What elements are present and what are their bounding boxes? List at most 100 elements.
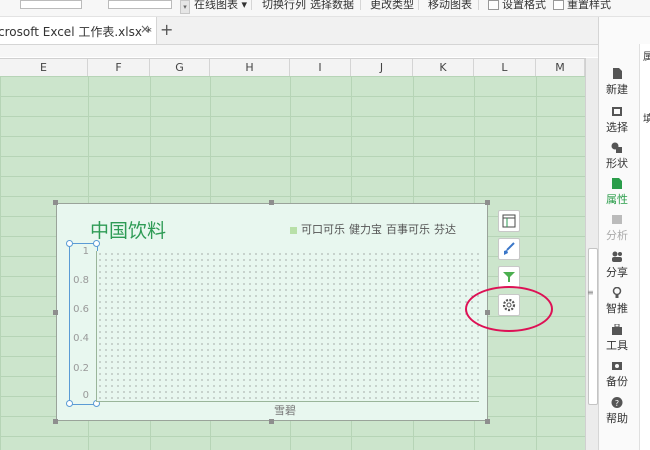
chart-legend[interactable]: 可口可乐 健力宝 百事可乐 芬达 <box>290 221 460 237</box>
legend-entry: 芬达 <box>434 223 456 236</box>
chart-resize-handle[interactable] <box>485 200 490 205</box>
switch-row-col-button[interactable]: 切换行列 <box>262 0 306 12</box>
legend-entry: 可口可乐 <box>301 223 345 236</box>
column-header-h[interactable]: H <box>210 59 290 76</box>
highlight-circle <box>465 286 553 332</box>
reset-style-button[interactable]: 重置样式 <box>567 0 611 12</box>
chart-style-button[interactable] <box>498 238 520 260</box>
chart-filter-button[interactable] <box>498 266 520 288</box>
move-chart-button[interactable]: 移动图表 <box>428 0 472 12</box>
chart-resize-handle[interactable] <box>485 419 490 424</box>
side-item-tools[interactable]: 工具 <box>599 324 635 353</box>
y-tick-label: 0.6 <box>73 304 89 315</box>
plot-area[interactable] <box>96 251 479 402</box>
ribbon-divider <box>360 0 361 10</box>
legend-swatch <box>290 226 297 234</box>
document-tab[interactable]: crosoft Excel 工作表.xlsx * × <box>0 17 157 44</box>
side-item-label: 分析 <box>606 229 628 242</box>
column-header-j[interactable]: J <box>351 59 413 76</box>
scrollbar-thumb[interactable] <box>588 248 598 405</box>
help-icon: ? <box>611 397 623 408</box>
funnel-icon <box>503 272 515 282</box>
close-tab-icon[interactable]: × <box>140 22 150 36</box>
y-axis-selection[interactable] <box>69 243 98 405</box>
chart-elements-icon <box>502 214 516 228</box>
legend-entry: 健力宝 <box>349 223 382 236</box>
side-ext-label: 属 <box>643 52 650 63</box>
side-item-label: 选择 <box>606 121 628 134</box>
reset-style-icon <box>553 0 564 10</box>
side-item-label: 智推 <box>606 302 628 315</box>
side-item-select[interactable]: 选择 <box>599 106 635 135</box>
side-item-label: 新建 <box>606 83 628 96</box>
side-panel: 属 填 新建 选择 形状 属性 分析 分享 智推 工具 备份 ? 帮助 <box>598 44 650 450</box>
column-header-m[interactable]: M <box>536 59 585 76</box>
side-panel-extension: 属 填 <box>639 44 650 450</box>
side-item-backup[interactable]: 备份 <box>599 360 635 389</box>
chart-resize-handle[interactable] <box>53 310 58 315</box>
new-tab-icon[interactable]: + <box>160 20 173 39</box>
ribbon-toolbar: ▾ 在线图表 ▾ 切换行列 选择数据 更改类型 移动图表 设置格式 重置样式 <box>0 0 650 17</box>
set-format-icon <box>488 0 499 10</box>
selection-handle[interactable] <box>66 400 73 407</box>
paintbrush-icon <box>504 242 515 255</box>
chart-object[interactable]: 中国饮料 可口可乐 健力宝 百事可乐 芬达 1 0.8 0.6 0.4 0.2 0 雪… <box>56 203 488 421</box>
chart-resize-handle[interactable] <box>269 200 274 205</box>
share-icon <box>612 251 622 262</box>
shapes-icon <box>611 142 622 153</box>
chart-resize-handle[interactable] <box>269 419 274 424</box>
side-item-new[interactable]: 新建 <box>599 68 635 97</box>
chart-resize-handle[interactable] <box>53 419 58 424</box>
side-item-recommend[interactable]: 智推 <box>599 287 635 316</box>
side-item-analysis[interactable]: 分析 <box>599 214 635 243</box>
side-item-shapes[interactable]: 形状 <box>599 142 635 171</box>
y-tick-label: 1 <box>82 246 89 257</box>
y-tick-label: 0.2 <box>73 363 89 374</box>
online-chart-label: 在线图表 <box>194 0 238 11</box>
chart-elements-button[interactable] <box>498 210 520 232</box>
column-header-g[interactable]: G <box>150 59 210 76</box>
side-item-label: 工具 <box>606 339 628 352</box>
y-tick-label: 0.4 <box>73 333 89 344</box>
side-ext-fill-label: 填 <box>643 114 650 125</box>
document-tab-bar: crosoft Excel 工作表.xlsx * × + <box>0 17 650 45</box>
chart-title[interactable]: 中国饮料 <box>90 216 166 243</box>
selection-handle[interactable] <box>66 240 73 247</box>
properties-icon <box>612 178 622 189</box>
side-item-label: 备份 <box>606 375 628 388</box>
column-header-i[interactable]: I <box>290 59 351 76</box>
change-type-button[interactable]: 更改类型 <box>370 0 414 12</box>
column-header-f[interactable]: F <box>88 59 150 76</box>
legend-entry: 百事可乐 <box>386 223 430 236</box>
chart-resize-handle[interactable] <box>53 200 58 205</box>
side-item-label: 分享 <box>606 266 628 279</box>
select-icon <box>612 107 622 116</box>
chart-style-thumbnail[interactable] <box>108 0 172 9</box>
selection-handle[interactable] <box>93 240 100 247</box>
select-data-button[interactable]: 选择数据 <box>310 0 354 12</box>
backup-icon <box>612 362 622 370</box>
toolbox-icon <box>612 324 622 335</box>
side-item-label: 形状 <box>606 157 628 170</box>
column-header-l[interactable]: L <box>474 59 536 76</box>
recommend-icon <box>612 287 622 298</box>
set-format-button[interactable]: 设置格式 <box>502 0 546 12</box>
vertical-scrollbar[interactable]: ≡ <box>585 58 599 450</box>
chart-style-thumbnail[interactable] <box>20 0 82 9</box>
panel-header <box>598 17 650 44</box>
side-item-label: 属性 <box>606 193 628 206</box>
y-tick-label: 0.8 <box>73 275 89 286</box>
column-header-k[interactable]: K <box>413 59 474 76</box>
side-item-share[interactable]: 分享 <box>599 251 635 280</box>
analysis-icon <box>612 215 622 224</box>
column-header-e[interactable]: E <box>0 59 88 76</box>
online-chart-button[interactable]: 在线图表 ▾ <box>194 0 247 12</box>
y-tick-label: 0 <box>82 390 89 401</box>
formula-area-strip <box>0 45 598 57</box>
side-item-properties[interactable]: 属性 <box>599 178 635 207</box>
ribbon-divider <box>418 0 419 10</box>
ribbon-scroll-icon[interactable]: ▾ <box>180 0 190 14</box>
column-header-bar: E F G H I J K L M <box>0 58 585 77</box>
side-item-label: 帮助 <box>606 412 628 425</box>
side-item-help[interactable]: ? 帮助 <box>599 397 635 426</box>
